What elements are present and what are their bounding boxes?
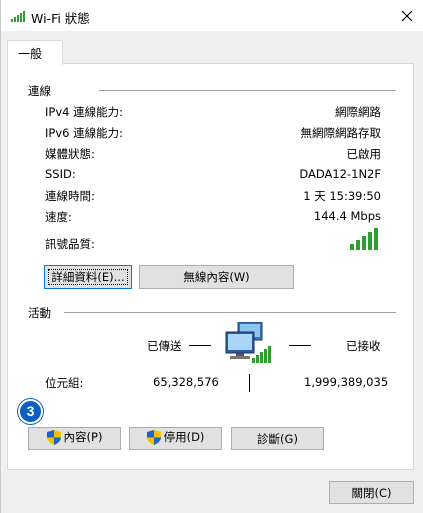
- ipv6-value: 無網際網路存取: [300, 126, 382, 140]
- tab-general[interactable]: 一般: [7, 40, 63, 65]
- details-button[interactable]: 詳細資料(E)...: [44, 265, 132, 289]
- disable-button[interactable]: 停用(D): [129, 427, 222, 450]
- wireless-properties-button[interactable]: 無線內容(W): [139, 265, 294, 289]
- received-line: [289, 345, 311, 346]
- activity-section-title: 活動: [28, 306, 51, 320]
- close-window-button[interactable]: [395, 4, 419, 28]
- media-state-label: 媒體狀態:: [45, 147, 95, 161]
- signal-quality-label: 訊號品質:: [45, 237, 95, 251]
- close-button-label: 關閉(C): [351, 485, 392, 500]
- received-label: 已接收: [346, 339, 381, 353]
- bytes-label: 位元組:: [45, 376, 84, 390]
- title-bar[interactable]: Wi-Fi 狀態: [1, 0, 423, 31]
- ipv4-label: IPv4 連線能力:: [45, 105, 123, 119]
- sent-label: 已傳送: [147, 339, 182, 353]
- bytes-separator: [249, 374, 250, 392]
- signal-bar-1: [350, 244, 354, 250]
- connection-divider: [99, 90, 396, 91]
- network-computers-icon: [225, 322, 271, 363]
- signal-bar-5: [374, 228, 378, 250]
- signal-quality-bars-icon: [350, 228, 378, 250]
- media-state-value: 已啟用: [346, 147, 382, 161]
- uac-shield-icon: [146, 429, 161, 445]
- ipv6-label: IPv6 連線能力:: [45, 126, 123, 140]
- signal-bar-4: [368, 232, 372, 250]
- close-button[interactable]: 關閉(C): [329, 481, 414, 504]
- duration-label: 連線時間:: [45, 189, 95, 203]
- diagnose-button-label: 診斷(G): [257, 431, 298, 446]
- focus-rectangle: [48, 269, 128, 285]
- ssid-value: DADA12-1N2F: [299, 167, 381, 181]
- duration-value: 1 天 15:39:50: [303, 189, 381, 203]
- close-icon: [401, 10, 413, 22]
- wifi-status-window: Wi-Fi 狀態 一般 連線 IPv4 連線能力: 網際網路 IPv6 連線能力…: [0, 0, 423, 513]
- step-number-badge: 3: [18, 399, 43, 424]
- disable-button-label: 停用(D): [163, 430, 205, 445]
- wireless-properties-label: 無線內容(W): [183, 270, 250, 284]
- speed-value: 144.4 Mbps: [313, 209, 381, 223]
- speed-label: 速度:: [45, 210, 72, 224]
- signal-bar-3: [362, 236, 366, 250]
- window-title: Wi-Fi 狀態: [31, 11, 90, 26]
- properties-button-label: 內容(P): [63, 430, 103, 445]
- diagnose-button[interactable]: 診斷(G): [231, 427, 324, 450]
- connection-section-title: 連線: [28, 84, 51, 98]
- uac-shield-icon: [46, 429, 61, 445]
- ipv4-value: 網際網路: [335, 105, 381, 119]
- sent-line: [189, 345, 211, 346]
- properties-button[interactable]: 內容(P): [28, 427, 121, 450]
- bytes-received-value: 1,999,389,035: [304, 375, 389, 389]
- ssid-label: SSID:: [45, 167, 76, 181]
- signal-bar-2: [356, 240, 360, 250]
- bytes-sent-value: 65,328,576: [153, 375, 219, 389]
- wifi-signal-icon: [11, 11, 25, 22]
- activity-divider: [64, 312, 396, 313]
